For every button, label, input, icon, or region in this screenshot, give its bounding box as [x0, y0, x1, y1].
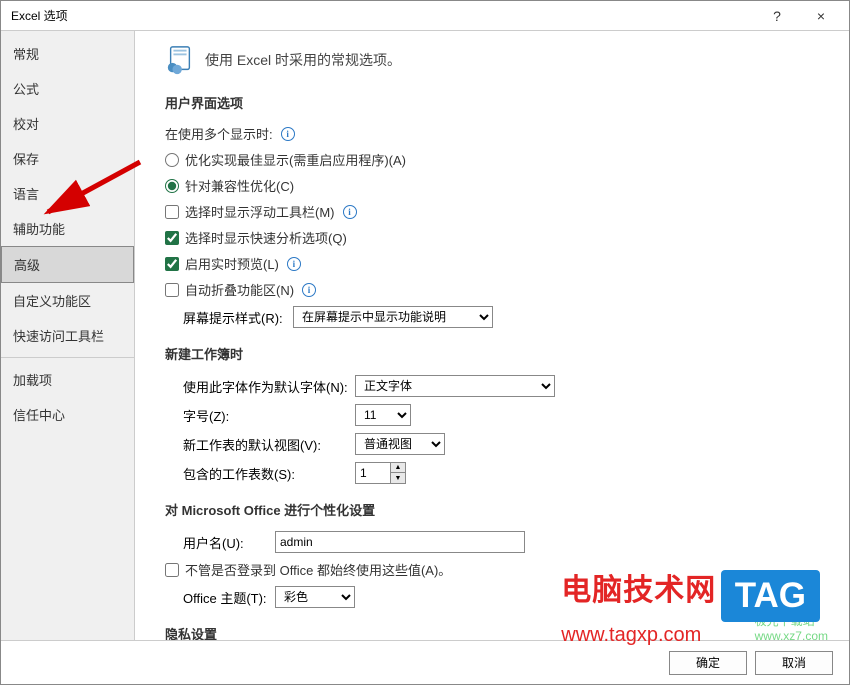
checkbox-always-use-values-input[interactable] [165, 563, 179, 577]
section-privacy: 隐私设置 [165, 624, 827, 640]
sidebar: 常规 公式 校对 保存 语言 辅助功能 高级 自定义功能区 快速访问工具栏 加载… [1, 31, 135, 640]
radio-optimize-best-input[interactable] [165, 153, 179, 167]
sidebar-item-addins[interactable]: 加载项 [1, 362, 134, 397]
info-icon[interactable]: i [343, 205, 357, 219]
radio-optimize-compat-input[interactable] [165, 179, 179, 193]
default-font-label: 使用此字体作为默认字体(N): [183, 377, 355, 396]
checkbox-live-preview[interactable]: 启用实时预览(L) [165, 254, 279, 273]
office-theme-label: Office 主题(T): [183, 588, 275, 607]
spinner-up-icon[interactable]: ▲ [391, 463, 405, 473]
info-icon[interactable]: i [302, 283, 316, 297]
radio-optimize-compat[interactable]: 针对兼容性优化(C) [165, 176, 294, 195]
checkbox-collapse-ribbon[interactable]: 自动折叠功能区(N) [165, 280, 294, 299]
spinner-down-icon[interactable]: ▼ [391, 473, 405, 483]
sidebar-item-language[interactable]: 语言 [1, 176, 134, 211]
section-personalize: 对 Microsoft Office 进行个性化设置 [165, 500, 827, 519]
checkbox-always-use-values[interactable]: 不管是否登录到 Office 都始终使用这些值(A)。 [165, 560, 451, 579]
sidebar-item-customize-ribbon[interactable]: 自定义功能区 [1, 283, 134, 318]
sidebar-item-proofing[interactable]: 校对 [1, 106, 134, 141]
sidebar-item-advanced[interactable]: 高级 [1, 246, 134, 283]
sidebar-item-trust-center[interactable]: 信任中心 [1, 397, 134, 432]
default-font-select[interactable]: 正文字体 [355, 375, 555, 397]
sidebar-item-save[interactable]: 保存 [1, 141, 134, 176]
help-button[interactable]: ? [755, 2, 799, 30]
window-title: Excel 选项 [11, 7, 755, 24]
sidebar-item-accessibility[interactable]: 辅助功能 [1, 211, 134, 246]
section-ui-options: 用户界面选项 [165, 93, 827, 112]
ok-button[interactable]: 确定 [669, 651, 747, 675]
checkbox-mini-toolbar[interactable]: 选择时显示浮动工具栏(M) [165, 202, 335, 221]
header-text: 使用 Excel 时采用的常规选项。 [205, 50, 401, 70]
radio-optimize-best[interactable]: 优化实现最佳显示(需重启应用程序)(A) [165, 150, 406, 169]
sheet-count-spinner[interactable]: ▲ ▼ [355, 462, 406, 484]
sheet-count-label: 包含的工作表数(S): [183, 464, 355, 483]
font-size-select[interactable]: 11 [355, 404, 411, 426]
cancel-button[interactable]: 取消 [755, 651, 833, 675]
sidebar-item-formulas[interactable]: 公式 [1, 71, 134, 106]
checkbox-collapse-ribbon-input[interactable] [165, 283, 179, 297]
options-icon [165, 45, 195, 75]
dialog-footer: 确定 取消 [1, 640, 849, 684]
checkbox-mini-toolbar-input[interactable] [165, 205, 179, 219]
sheet-count-input[interactable] [355, 462, 391, 484]
default-view-label: 新工作表的默认视图(V): [183, 435, 355, 454]
username-input[interactable] [275, 531, 525, 553]
info-icon[interactable]: i [281, 127, 295, 141]
office-theme-select[interactable]: 彩色 [275, 586, 355, 608]
checkbox-quick-analysis[interactable]: 选择时显示快速分析选项(Q) [165, 228, 347, 247]
screentip-style-select[interactable]: 在屏幕提示中显示功能说明 [293, 306, 493, 328]
sidebar-item-general[interactable]: 常规 [1, 36, 134, 71]
excel-options-dialog: Excel 选项 ? × 常规 公式 校对 保存 语言 辅助功能 高级 自定义功… [0, 0, 850, 685]
close-button[interactable]: × [799, 2, 843, 30]
font-size-label: 字号(Z): [183, 406, 355, 425]
checkbox-live-preview-input[interactable] [165, 257, 179, 271]
default-view-select[interactable]: 普通视图 [355, 433, 445, 455]
sidebar-item-quick-access[interactable]: 快速访问工具栏 [1, 318, 134, 353]
screentip-style-label: 屏幕提示样式(R): [183, 308, 293, 327]
username-label: 用户名(U): [183, 533, 275, 552]
info-icon[interactable]: i [287, 257, 301, 271]
section-new-workbook: 新建工作簿时 [165, 344, 827, 363]
multi-monitor-label: 在使用多个显示时: [165, 124, 273, 143]
content-pane: 使用 Excel 时采用的常规选项。 用户界面选项 在使用多个显示时: i 优化… [135, 31, 849, 640]
checkbox-quick-analysis-input[interactable] [165, 231, 179, 245]
titlebar: Excel 选项 ? × [1, 1, 849, 31]
